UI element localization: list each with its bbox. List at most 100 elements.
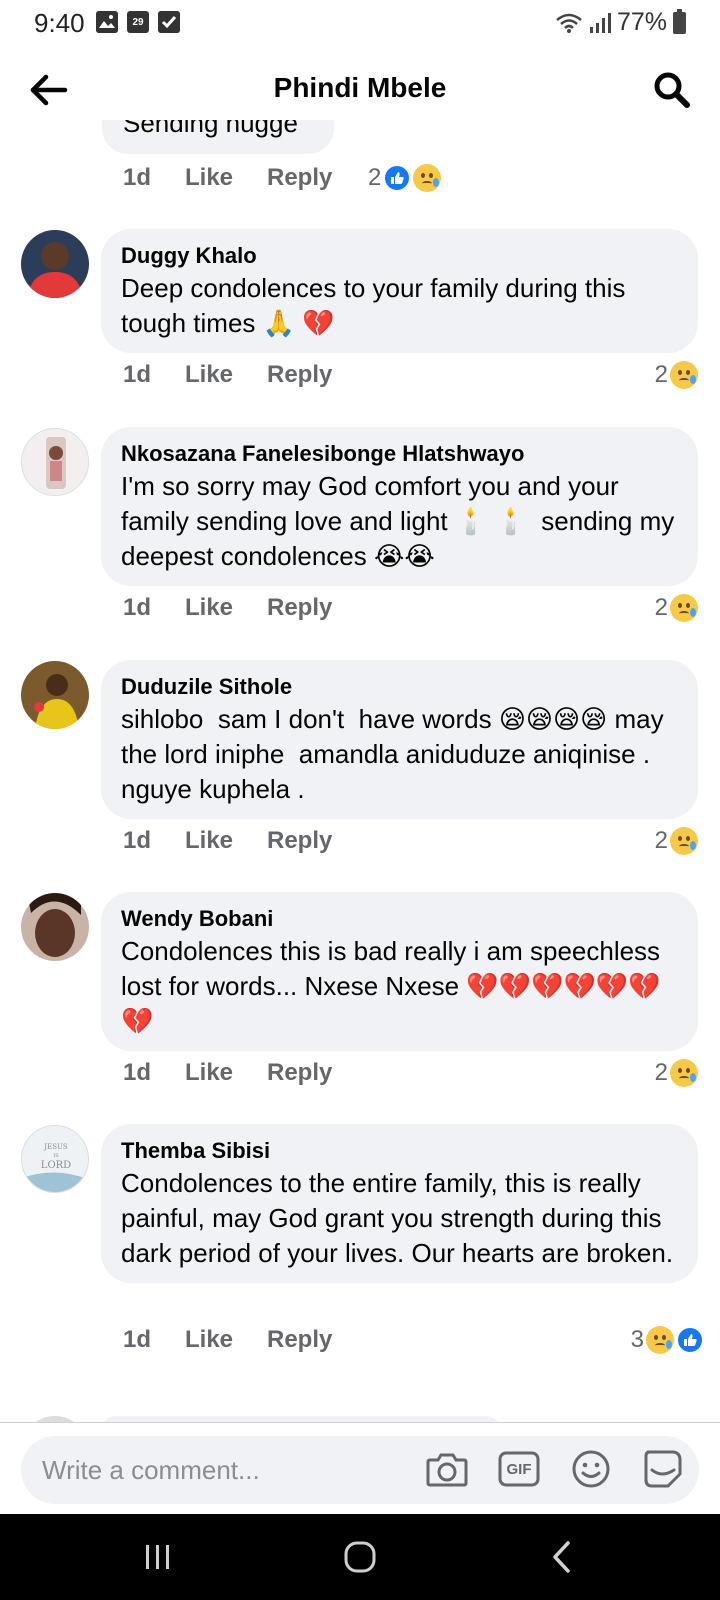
like-reaction-icon	[676, 1326, 704, 1354]
comment-time[interactable]: 1d	[123, 1326, 185, 1354]
comment-time[interactable]: 1d	[123, 361, 185, 389]
comment-input[interactable]: Write a comment... GIF	[21, 1436, 699, 1504]
comment-time[interactable]: 1d	[123, 164, 185, 192]
signal-icon	[589, 12, 611, 33]
like-link[interactable]: Like	[185, 361, 267, 389]
status-notification-icons: 29	[96, 11, 180, 33]
reaction-summary[interactable]: 2	[655, 590, 698, 626]
comment-bubble[interactable]: Nkosazana Fanelesibonge Hlatshwayo I'm s…	[101, 427, 698, 586]
comment-time[interactable]: 1d	[123, 827, 185, 855]
avatar[interactable]: JESUS IS LORD	[21, 1125, 89, 1193]
battery-icon	[673, 8, 686, 34]
home-button[interactable]	[338, 1535, 382, 1579]
sad-reaction-icon	[670, 1059, 698, 1087]
avatar[interactable]	[21, 661, 89, 729]
calendar-icon: 29	[127, 11, 149, 33]
comment-actions: 1d Like Reply	[123, 1055, 332, 1091]
sad-reaction-icon	[670, 361, 698, 389]
comment-text: Sending hugge	[123, 120, 298, 138]
search-icon	[654, 72, 690, 108]
system-nav-bar	[0, 1514, 720, 1600]
recents-icon	[146, 1545, 169, 1569]
gif-button[interactable]: GIF	[497, 1447, 541, 1491]
comment-text: Condolences to the entire family, this i…	[121, 1168, 674, 1268]
like-link[interactable]: Like	[185, 827, 267, 855]
sad-reaction-icon	[670, 827, 698, 855]
comment-actions: 1d Like Reply	[123, 160, 332, 196]
comment-time[interactable]: 1d	[123, 594, 185, 622]
gallery-icon	[96, 11, 118, 33]
comment-bubble[interactable]: Sending hugge	[102, 120, 334, 154]
recents-button[interactable]	[136, 1535, 180, 1579]
like-link[interactable]: Like	[185, 1326, 267, 1354]
reaction-summary[interactable]: 2	[368, 160, 442, 196]
comment-actions: 1d Like Reply	[123, 590, 332, 626]
reply-link[interactable]: Reply	[267, 164, 332, 192]
like-link[interactable]: Like	[185, 164, 267, 192]
reaction-count: 2	[654, 361, 668, 388]
comment-actions: 1d Like Reply	[123, 1322, 332, 1358]
status-bar: 9:40 29 77%	[0, 0, 720, 46]
comment-text: I'm so sorry may God comfort you and you…	[121, 471, 682, 571]
comment-input-placeholder: Write a comment...	[42, 1455, 260, 1485]
reply-link[interactable]: Reply	[267, 361, 332, 389]
comment-actions: 1d Like Reply	[123, 357, 332, 393]
avatar[interactable]	[21, 893, 89, 961]
status-system-icons: 77%	[555, 8, 686, 37]
checkbox-icon	[158, 11, 180, 33]
header: Phindi Mbele	[0, 60, 720, 120]
comment-author[interactable]: Duduzile Sithole	[121, 672, 678, 702]
status-time: 9:40	[34, 8, 85, 38]
home-icon	[344, 1541, 376, 1573]
camera-button[interactable]	[425, 1447, 469, 1491]
page-title: Phindi Mbele	[273, 72, 447, 103]
comment-composer: Write a comment... GIF	[0, 1422, 720, 1514]
reply-link[interactable]: Reply	[267, 1059, 332, 1087]
comment-bubble[interactable]: Wendy Bobani Condolences this is bad rea…	[101, 892, 698, 1051]
emoji-button[interactable]	[569, 1447, 613, 1491]
comment-author[interactable]: Wendy Bobani	[121, 904, 678, 934]
comment-time[interactable]: 1d	[123, 1059, 185, 1087]
gif-label: GIF	[506, 1460, 532, 1478]
back-icon	[553, 1541, 570, 1573]
sad-reaction-icon	[646, 1326, 674, 1354]
reply-link[interactable]: Reply	[267, 827, 332, 855]
search-button[interactable]	[650, 68, 694, 112]
reaction-count: 2	[654, 827, 668, 854]
battery-percent: 77%	[616, 8, 667, 36]
reaction-summary[interactable]: 3	[631, 1322, 704, 1358]
comment-author[interactable]: Duggy Khalo	[121, 241, 678, 271]
sticker-button[interactable]	[641, 1447, 685, 1491]
reply-link[interactable]: Reply	[267, 594, 332, 622]
comment-author[interactable]: Nkosazana Fanelesibonge Hlatshwayo	[121, 439, 678, 469]
comment-bubble[interactable]: Themba Sibisi Condolences to the entire …	[101, 1124, 698, 1283]
reaction-summary[interactable]: 2	[655, 1055, 698, 1091]
comment-bubble[interactable]: Duduzile Sithole sihlobo sam I don't hav…	[101, 660, 698, 819]
reaction-summary[interactable]: 2	[655, 357, 698, 393]
wifi-icon	[556, 13, 582, 33]
like-link[interactable]: Like	[185, 594, 267, 622]
sticker-icon	[644, 1450, 682, 1488]
comment-text: Condolences this is bad really i am spee…	[121, 936, 675, 1036]
comment-text: Deep condolences to your family during t…	[121, 273, 633, 338]
reaction-count: 3	[630, 1326, 644, 1353]
comment-author[interactable]: Themba Sibisi	[121, 1136, 678, 1166]
nav-back-button[interactable]	[540, 1535, 584, 1579]
reaction-summary[interactable]: 2	[655, 823, 698, 859]
comments-feed[interactable]: Sending hugge 1d Like Reply 2 Duggy Khal…	[0, 120, 720, 1422]
reaction-count: 2	[368, 164, 382, 191]
comment-actions: 1d Like Reply	[123, 823, 332, 859]
sad-reaction-icon	[413, 164, 442, 192]
reaction-count: 2	[654, 1059, 668, 1086]
camera-icon	[426, 1453, 468, 1487]
sad-reaction-icon	[670, 594, 698, 622]
reply-link[interactable]: Reply	[267, 1326, 332, 1354]
avatar[interactable]	[21, 230, 89, 298]
calendar-day: 29	[132, 17, 144, 28]
composer-actions: GIF	[425, 1447, 685, 1491]
emoji-icon	[572, 1450, 610, 1488]
avatar[interactable]	[21, 428, 89, 496]
comment-text: sihlobo sam I don't have words 😪😪😪😪 may …	[121, 704, 671, 804]
comment-bubble[interactable]: Duggy Khalo Deep condolences to your fam…	[101, 229, 698, 353]
like-link[interactable]: Like	[185, 1059, 267, 1087]
